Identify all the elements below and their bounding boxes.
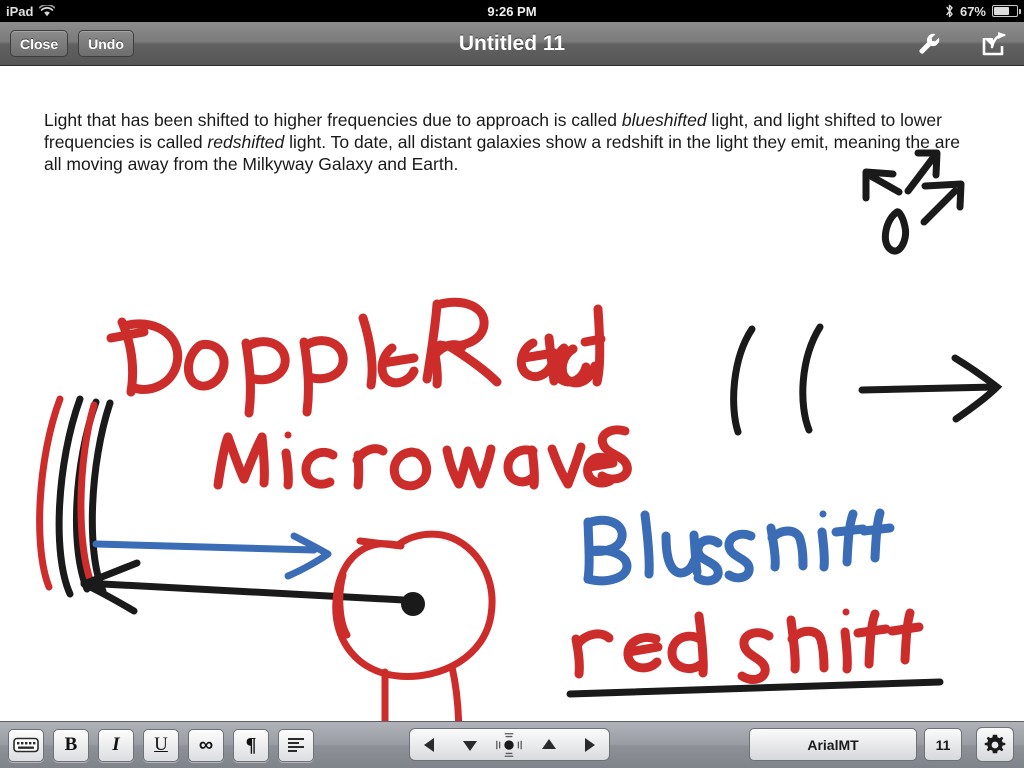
ipad-note-app: iPad 9:26 PM 67% Close Undo Untitled 11 … [0,0,1024,768]
note-canvas[interactable]: Light that has been shifted to higher fr… [0,67,1024,721]
arrow-up-icon[interactable] [534,730,564,760]
battery-percent-label: 67% [959,3,986,19]
gear-icon[interactable] [976,727,1014,762]
navigation-bar-actions [914,29,1010,59]
ink-doppler [106,313,467,418]
status-bar: iPad 9:26 PM 67% [0,0,1024,22]
align-left-icon[interactable] [278,728,314,762]
status-bar-clock: 9:26 PM [487,3,537,19]
ink-black-arrow-left [80,559,408,615]
document-title: Untitled 11 [458,31,566,55]
font-family-selector[interactable]: ArialMT [749,728,917,761]
font-size-selector[interactable]: 11 [924,728,962,761]
ink-blue-shift [583,508,895,586]
ink-red-shift [571,608,924,684]
arrow-left-icon[interactable] [415,730,445,760]
drag-handle-icon[interactable] [494,730,524,760]
ink-blue-arrow-right [92,532,332,580]
navigation-bar: Close Undo Untitled 11 [0,22,1024,66]
ink-center-dot [401,592,425,616]
ink-radar [422,297,606,388]
close-button[interactable]: Close [10,30,69,57]
underline-button[interactable]: U [143,728,179,762]
ink-red-observer [332,530,496,721]
battery-icon [992,5,1021,17]
bold-button[interactable]: B [53,728,89,762]
ink-wave-arcs-left [36,395,114,598]
cursor-nav-pad[interactable] [409,728,610,761]
ink-expansion-arrows [862,149,965,255]
share-icon[interactable] [980,29,1010,59]
infinity-button[interactable]: ∞ [188,728,224,762]
ink-microwaves [213,425,632,491]
italic-button[interactable]: I [98,728,134,762]
bluetooth-icon [945,4,954,18]
ink-wavefront-arrows [730,323,1003,436]
format-toolbar: B I U ∞ ¶ ArialMT 11 [0,721,1024,768]
pilcrow-button[interactable]: ¶ [233,728,269,762]
ink-layer [36,149,1003,721]
undo-button[interactable]: Undo [78,30,134,57]
arrow-right-icon[interactable] [574,730,604,760]
status-bar-right: 67% [945,0,1021,22]
arrow-down-icon[interactable] [455,730,485,760]
keyboard-icon[interactable] [8,728,44,762]
wrench-icon[interactable] [914,29,944,59]
